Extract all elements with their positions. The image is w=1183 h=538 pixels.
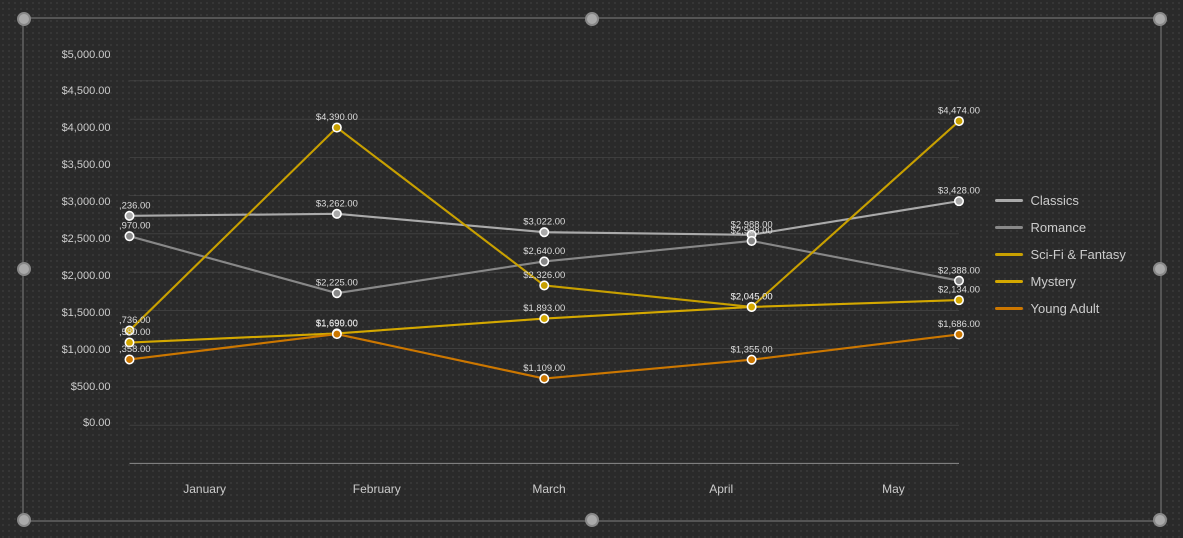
legend-item: Mystery	[995, 274, 1140, 289]
chart-container: $0.00 $500.00 $1,000.00 $1,500.00 $2,000.00 $…	[22, 17, 1162, 522]
svg-text:$3,428.00: $3,428.00	[937, 185, 979, 196]
y-axis-label: $500.00	[44, 381, 119, 393]
svg-text:$2,388.00: $2,388.00	[937, 265, 979, 276]
legend-line	[995, 307, 1023, 310]
legend: Classics Romance Sci-Fi & Fantasy Mystery Yo…	[980, 49, 1140, 460]
y-axis-label: $3,000.00	[44, 196, 119, 208]
legend-item: Classics	[995, 193, 1140, 208]
corner-br	[1153, 513, 1167, 527]
svg-text:$2,640.00: $2,640.00	[523, 245, 565, 256]
x-axis: JanuaryFebruaryMarchAprilMay	[119, 474, 980, 496]
legend-item: Sci-Fi & Fantasy	[995, 247, 1140, 262]
svg-text:$2,908.00: $2,908.00	[730, 225, 772, 236]
corner-tm	[585, 12, 599, 26]
svg-text:$1,893.00: $1,893.00	[523, 303, 565, 314]
y-axis-label: $0.00	[44, 417, 119, 429]
x-axis-label: April	[635, 482, 807, 496]
y-axis-label: $1,500.00	[44, 307, 119, 319]
svg-text:$1,690.00: $1,690.00	[315, 318, 357, 329]
legend-item: Romance	[995, 220, 1140, 235]
svg-text:$1,686.00: $1,686.00	[937, 318, 979, 329]
plot-area: $3,236.00$3,262.00$3,022.00$2,988.00$3,4…	[119, 49, 980, 474]
chart-svg: $3,236.00$3,262.00$3,022.00$2,988.00$3,4…	[119, 49, 980, 474]
y-axis-label: $5,000.00	[44, 49, 119, 61]
legend-label: Romance	[1031, 220, 1087, 235]
corner-mr	[1153, 262, 1167, 276]
x-axis-label: March	[463, 482, 635, 496]
svg-text:$1,358.00: $1,358.00	[119, 344, 151, 355]
corner-ml	[17, 262, 31, 276]
y-axis-label: $2,500.00	[44, 233, 119, 245]
y-axis: $0.00 $500.00 $1,000.00 $1,500.00 $2,000.00 $…	[44, 49, 119, 460]
legend-label: Young Adult	[1031, 301, 1100, 316]
legend-line	[995, 280, 1023, 283]
svg-text:$1,580.00: $1,580.00	[119, 327, 151, 338]
y-axis-label: $4,500.00	[44, 85, 119, 97]
x-axis-label: January	[119, 482, 291, 496]
svg-text:$4,474.00: $4,474.00	[937, 105, 979, 116]
legend-line	[995, 226, 1023, 229]
y-axis-label: $4,000.00	[44, 122, 119, 134]
svg-text:$3,022.00: $3,022.00	[523, 216, 565, 227]
svg-text:$3,236.00: $3,236.00	[119, 200, 151, 211]
svg-text:$3,262.00: $3,262.00	[315, 198, 357, 209]
svg-text:$1,736.00: $1,736.00	[119, 315, 151, 326]
svg-text:$1,109.00: $1,109.00	[523, 363, 565, 374]
chart-body: $0.00 $500.00 $1,000.00 $1,500.00 $2,000.00 $…	[44, 49, 1140, 460]
legend-line	[995, 253, 1023, 256]
svg-text:$2,326.00: $2,326.00	[523, 269, 565, 280]
y-axis-label: $3,500.00	[44, 159, 119, 171]
corner-bm	[585, 513, 599, 527]
corner-tl	[17, 12, 31, 26]
svg-text:$1,355.00: $1,355.00	[730, 344, 772, 355]
legend-label: Sci-Fi & Fantasy	[1031, 247, 1126, 262]
legend-label: Mystery	[1031, 274, 1077, 289]
y-axis-label: $2,000.00	[44, 270, 119, 282]
corner-bl	[17, 513, 31, 527]
y-axis-label: $1,000.00	[44, 344, 119, 356]
svg-text:$4,390.00: $4,390.00	[315, 112, 357, 123]
svg-text:$2,045.00: $2,045.00	[730, 291, 772, 302]
corner-tr	[1153, 12, 1167, 26]
x-axis-label: May	[807, 482, 979, 496]
chart-area: $3,236.00$3,262.00$3,022.00$2,988.00$3,4…	[119, 49, 980, 460]
svg-text:$2,134.00: $2,134.00	[937, 284, 979, 295]
svg-text:$2,970.00: $2,970.00	[119, 220, 151, 231]
legend-label: Classics	[1031, 193, 1079, 208]
legend-line	[995, 199, 1023, 202]
svg-text:$2,225.00: $2,225.00	[315, 277, 357, 288]
x-axis-label: February	[291, 482, 463, 496]
legend-item: Young Adult	[995, 301, 1140, 316]
